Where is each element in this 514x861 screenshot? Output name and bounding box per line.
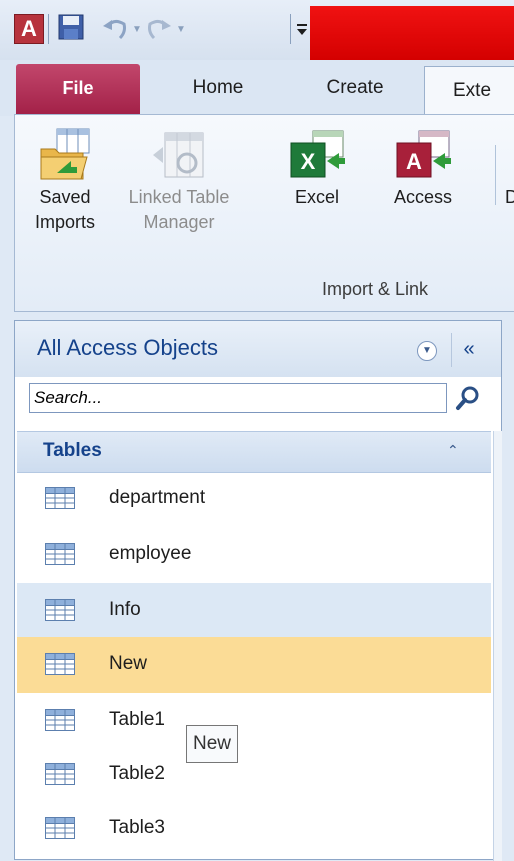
title-bar-highlight: [310, 6, 514, 60]
customize-toolbar-icon[interactable]: [296, 18, 308, 40]
saved-imports-label-line2: Imports: [34, 212, 95, 232]
nav-pane-menu-icon[interactable]: ▼: [417, 341, 437, 361]
nav-item-label: New: [109, 653, 148, 674]
nav-item-label: Table2: [109, 763, 165, 784]
ribbon-panel: Saved Imports Linked Table Manager X Exc…: [14, 114, 514, 312]
nav-item-label: Info: [109, 599, 141, 620]
save-icon[interactable]: [58, 14, 84, 40]
nav-pane-title[interactable]: All Access Objects: [37, 335, 218, 361]
table-icon: [45, 599, 75, 621]
nav-pane-scrollbar[interactable]: [493, 431, 502, 861]
tab-file[interactable]: File: [16, 64, 140, 114]
linked-table-manager-button[interactable]: Linked Table Manager: [111, 127, 247, 235]
nav-item-info[interactable]: Info: [17, 583, 491, 639]
nav-item-label: department: [109, 487, 206, 508]
search-icon[interactable]: [453, 383, 483, 413]
navigation-pane: All Access Objects ▼ « Tables ⌃ departme…: [14, 320, 502, 861]
table-icon: [45, 487, 75, 509]
more-import-button[interactable]: D: [479, 127, 514, 210]
excel-icon: X: [290, 130, 345, 178]
ribbon-group-label: Import & Link: [321, 279, 429, 299]
quick-access-toolbar: A ▼ ▼: [0, 0, 514, 60]
access-import-button[interactable]: A Access: [383, 127, 463, 210]
tables-group-header[interactable]: Tables ⌃: [17, 431, 491, 473]
nav-item-table1[interactable]: Table1: [17, 693, 491, 749]
saved-imports-label-line1: Saved: [39, 187, 91, 207]
nav-item-table3[interactable]: Table3: [17, 801, 491, 857]
ribbon-tabs: File Home Create Exte: [0, 60, 514, 118]
nav-item-employee[interactable]: employee: [17, 527, 491, 583]
nav-item-label: Table1: [109, 709, 165, 730]
saved-imports-button[interactable]: Saved Imports: [27, 127, 103, 235]
shutter-bar-collapse-icon[interactable]: «: [451, 333, 486, 367]
excel-label: Excel: [294, 187, 339, 207]
nav-item-table2[interactable]: Table2: [17, 747, 491, 803]
table-icon: [45, 817, 75, 839]
toolbar-separator: [290, 14, 291, 44]
tab-external-data[interactable]: Exte: [424, 66, 514, 118]
more-label-line2: D: [505, 187, 514, 207]
table-icon: [45, 543, 75, 565]
search-input[interactable]: [29, 383, 447, 413]
nav-item-label: employee: [109, 543, 192, 564]
access-icon: A: [396, 130, 451, 178]
table-icon: [45, 709, 75, 731]
linked-table-manager-label-line2: Manager: [143, 212, 215, 232]
redo-dropdown-icon[interactable]: ▼: [176, 24, 186, 35]
access-logo-icon[interactable]: A: [14, 14, 44, 44]
nav-pane-header[interactable]: All Access Objects ▼ «: [15, 321, 501, 377]
table-icon: [45, 763, 75, 785]
undo-icon[interactable]: [100, 14, 130, 42]
tab-create[interactable]: Create: [300, 60, 410, 116]
tooltip: New: [186, 725, 239, 763]
toolbar-separator: [48, 14, 49, 44]
excel-import-button[interactable]: X Excel: [287, 127, 347, 210]
linked-table-manager-label-line1: Linked Table: [128, 187, 230, 207]
group-collapse-icon[interactable]: ⌃: [447, 442, 459, 459]
undo-dropdown-icon[interactable]: ▼: [132, 24, 142, 35]
svg-text:X: X: [301, 149, 316, 174]
svg-text:A: A: [406, 149, 422, 174]
tables-group-title: Tables: [43, 440, 102, 461]
access-label: Access: [393, 187, 453, 207]
linked-table-manager-icon: [153, 132, 204, 178]
redo-icon[interactable]: [144, 14, 174, 42]
saved-imports-icon: [40, 128, 90, 180]
tab-home[interactable]: Home: [168, 60, 268, 116]
nav-item-new[interactable]: New: [17, 637, 491, 693]
table-icon: [45, 653, 75, 675]
nav-item-department[interactable]: department: [17, 471, 491, 527]
nav-item-label: Table3: [109, 817, 165, 838]
